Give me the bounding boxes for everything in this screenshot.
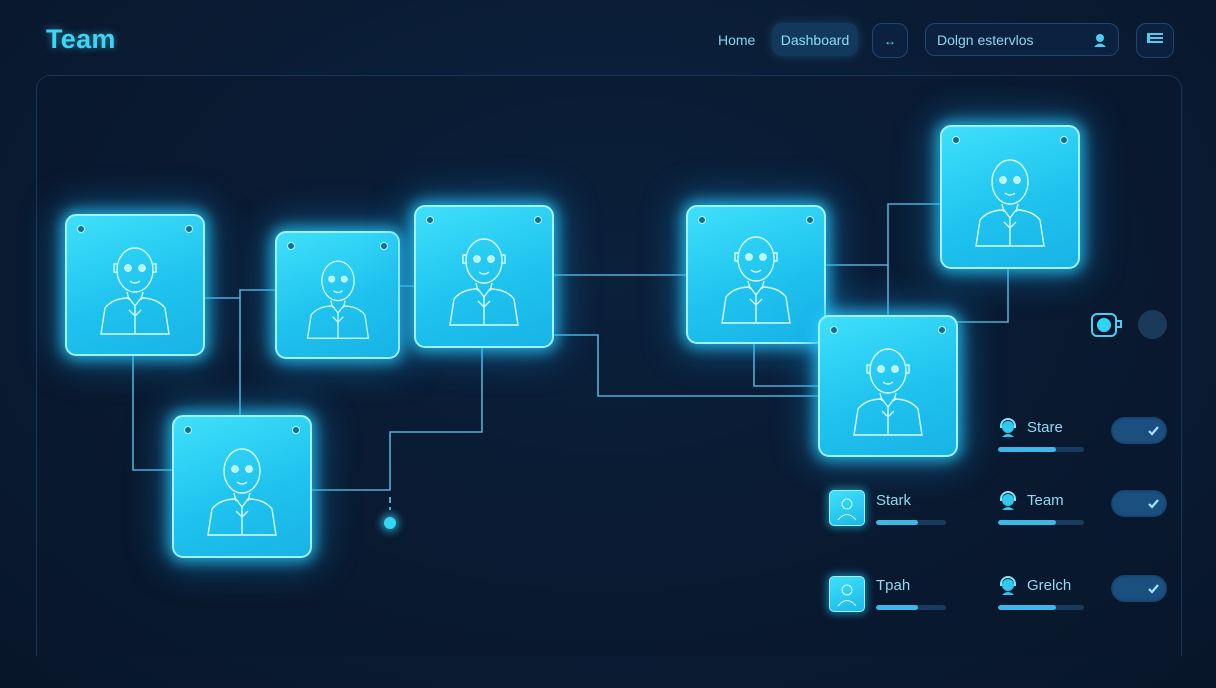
progress-bar-fill <box>998 605 1057 610</box>
check-icon <box>1148 499 1159 509</box>
progress-bar <box>998 520 1084 525</box>
card-corner-dot <box>426 216 434 224</box>
team-card-6[interactable] <box>940 125 1080 269</box>
card-corner-dot <box>952 136 960 144</box>
card-corner-dot <box>185 225 193 233</box>
toggle-switch[interactable] <box>1111 575 1167 602</box>
toggle-switch[interactable] <box>1111 417 1167 444</box>
person-avatar-icon <box>837 498 857 521</box>
progress-bar <box>876 520 946 525</box>
headset-user-icon <box>998 491 1018 516</box>
progress-bar-fill <box>876 605 918 610</box>
chat-icon[interactable] <box>1090 311 1124 339</box>
team-card-4[interactable] <box>172 415 312 558</box>
progress-bar-fill <box>998 447 1057 452</box>
headset-user-icon <box>998 576 1018 601</box>
round-action-button[interactable] <box>1138 310 1167 339</box>
person-avatar-icon <box>100 247 170 335</box>
row-label: Team <box>1027 492 1064 509</box>
card-corner-dot <box>287 242 295 250</box>
row-label: Grelch <box>1027 577 1072 594</box>
check-icon <box>1148 584 1159 594</box>
person-avatar-icon <box>306 261 369 340</box>
team-card-5[interactable] <box>686 205 826 344</box>
row-label: Tpah <box>876 577 911 594</box>
card-corner-dot <box>292 426 300 434</box>
card-corner-dot <box>806 216 814 224</box>
progress-bar <box>998 447 1084 452</box>
person-avatar-icon <box>853 348 923 436</box>
team-card-1[interactable] <box>65 214 205 356</box>
card-corner-dot <box>698 216 706 224</box>
row-label: Stark <box>876 492 912 509</box>
progress-bar-fill <box>998 520 1057 525</box>
headset-user-icon <box>998 418 1018 443</box>
person-avatar-icon <box>837 584 857 607</box>
person-avatar-icon <box>975 159 1045 247</box>
toggle-switch[interactable] <box>1111 490 1167 517</box>
member-thumbnail[interactable] <box>829 576 865 612</box>
chain-end-node <box>384 517 396 529</box>
check-icon <box>1148 426 1159 436</box>
member-thumbnail[interactable] <box>829 490 865 526</box>
card-corner-dot <box>184 426 192 434</box>
card-corner-dot <box>830 326 838 334</box>
row-label: Stare <box>1027 419 1063 436</box>
progress-bar <box>998 605 1084 610</box>
team-card-7[interactable] <box>818 315 958 457</box>
card-corner-dot <box>77 225 85 233</box>
card-corner-dot <box>1060 136 1068 144</box>
progress-bar <box>876 605 946 610</box>
team-card-2[interactable] <box>275 231 400 359</box>
card-corner-dot <box>380 242 388 250</box>
team-card-3[interactable] <box>414 205 554 348</box>
person-avatar-icon <box>721 236 791 324</box>
card-corner-dot <box>938 326 946 334</box>
progress-bar-fill <box>876 520 918 525</box>
card-corner-dot <box>534 216 542 224</box>
person-avatar-icon <box>207 448 277 536</box>
person-avatar-icon <box>449 238 519 326</box>
